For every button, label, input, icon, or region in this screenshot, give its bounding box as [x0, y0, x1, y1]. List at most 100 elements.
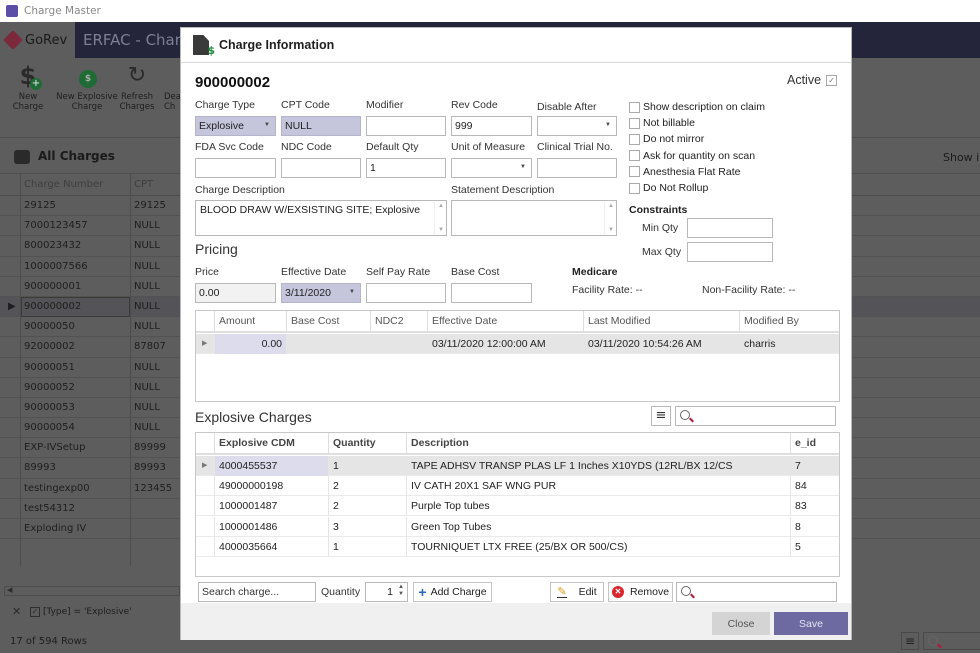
filter-expression[interactable]: [Type] = 'Explosive': [43, 607, 132, 617]
explosive-charge-row[interactable]: ▶ 4000455537 1 TAPE ADHSV TRANSP PLAS LF 1 …: [196, 456, 839, 476]
checkbox[interactable]: [629, 150, 640, 162]
column-header-last-modified[interactable]: Last Modified: [583, 311, 739, 333]
column-chooser-menu-icon[interactable]: ≡: [651, 406, 671, 426]
quantity-stepper[interactable]: 1 ▲ ▼: [365, 582, 408, 602]
checkbox[interactable]: [629, 117, 640, 129]
textarea-scrollbar[interactable]: ▲ ▼: [434, 202, 445, 234]
cell-cpt[interactable]: 29125: [134, 200, 166, 211]
checkbox[interactable]: [629, 182, 640, 194]
option-checkbox-item[interactable]: Do not mirror: [629, 131, 765, 147]
fda-svc-code-field[interactable]: [195, 158, 276, 178]
cell-e-id[interactable]: 8: [790, 516, 840, 537]
cell-charge-number[interactable]: 800023432: [24, 240, 81, 251]
cell-base-cost[interactable]: [286, 334, 370, 354]
cell-charge-number[interactable]: testingexp00: [24, 483, 90, 494]
column-header-cpt[interactable]: CPT: [134, 179, 153, 190]
save-button[interactable]: Save: [774, 612, 848, 635]
edit-button[interactable]: ✎ Edit: [550, 582, 604, 602]
cell-cpt[interactable]: NULL: [134, 240, 160, 251]
option-checkbox-item[interactable]: Anesthesia Flat Rate: [629, 164, 765, 180]
close-button[interactable]: Close: [712, 612, 770, 635]
cell-description[interactable]: Green Top Tubes: [406, 516, 790, 537]
explosive-charge-row[interactable]: 1000001486 3 Green Top Tubes 8: [196, 516, 840, 537]
cell-amount[interactable]: 0.00: [214, 334, 286, 354]
cpt-code-field[interactable]: NULL: [281, 116, 361, 136]
cell-explosive-cdm[interactable]: 4000455537: [214, 456, 328, 476]
column-header-quantity[interactable]: Quantity: [328, 433, 406, 455]
cell-quantity[interactable]: 1: [328, 536, 406, 557]
charge-type-select[interactable]: Explosive ▼: [195, 116, 276, 136]
filter-enabled-checkbox[interactable]: ✓: [30, 607, 40, 617]
cell-description[interactable]: IV CATH 20X1 SAF WNG PUR: [406, 476, 790, 497]
cell-cpt[interactable]: NULL: [134, 321, 160, 332]
cell-explosive-cdm[interactable]: 1000001487: [214, 496, 328, 517]
cell-description[interactable]: TAPE ADHSV TRANSP PLAS LF 1 Inches X10YD…: [406, 456, 790, 476]
cell-cpt[interactable]: NULL: [134, 281, 160, 292]
column-header-charge-number[interactable]: Charge Number: [24, 179, 103, 190]
option-checkbox-item[interactable]: Show description on claim: [629, 99, 765, 115]
base-cost-field[interactable]: [451, 283, 532, 303]
cell-description[interactable]: Purple Top tubes: [406, 496, 790, 517]
new-explosive-charge-button[interactable]: $ New Explosive Charge: [56, 62, 118, 112]
grid-search-input[interactable]: [923, 632, 980, 650]
column-header-amount[interactable]: Amount: [214, 311, 289, 333]
cell-last-modified[interactable]: 03/11/2020 10:54:26 AM: [583, 334, 739, 354]
horizontal-scrollbar[interactable]: ◀: [4, 586, 180, 596]
cell-quantity[interactable]: 3: [328, 516, 406, 537]
textarea-scrollbar[interactable]: ▲ ▼: [604, 202, 615, 234]
cell-modified-by[interactable]: charris: [739, 334, 839, 354]
remove-button[interactable]: ✕ Remove: [608, 582, 673, 602]
cell-charge-number[interactable]: test54312: [24, 503, 75, 514]
cell-cpt[interactable]: NULL: [134, 362, 160, 373]
statement-description-textarea[interactable]: ▲ ▼: [451, 200, 617, 236]
option-checkbox-item[interactable]: Not billable: [629, 115, 765, 131]
cell-explosive-cdm[interactable]: 4000035664: [214, 536, 328, 557]
cell-explosive-cdm[interactable]: 1000001486: [214, 516, 328, 537]
ndc-code-field[interactable]: [281, 158, 361, 178]
cell-cpt[interactable]: NULL: [134, 301, 160, 312]
clear-filter-icon[interactable]: ✕: [12, 605, 21, 618]
column-header-modified-by[interactable]: Modified By: [739, 311, 839, 333]
stepper-arrows-icon[interactable]: ▲ ▼: [398, 584, 404, 598]
cell-charge-number[interactable]: Exploding IV: [24, 523, 86, 534]
unit-of-measure-select[interactable]: ▼: [451, 158, 532, 178]
cell-charge-number[interactable]: 90000050: [24, 321, 75, 332]
rev-code-field[interactable]: 999: [451, 116, 532, 136]
new-charge-button[interactable]: $ + New Charge: [4, 62, 52, 112]
cell-charge-number[interactable]: 29125: [24, 200, 56, 211]
show-inactive-toggle[interactable]: Show i: [943, 151, 979, 164]
cell-cpt[interactable]: 87807: [134, 341, 166, 352]
explosive-charge-row[interactable]: 49000000198 2 IV CATH 20X1 SAF WNG PUR 84: [196, 476, 839, 497]
cell-e-id[interactable]: 7: [790, 456, 840, 476]
cell-cpt[interactable]: 89999: [134, 442, 166, 453]
checkbox[interactable]: [629, 101, 640, 113]
cell-cpt[interactable]: NULL: [134, 402, 160, 413]
max-qty-field[interactable]: [687, 242, 773, 262]
cell-charge-number[interactable]: 900000001: [24, 281, 81, 292]
explosive-search-input[interactable]: [675, 406, 836, 426]
cell-e-id[interactable]: 5: [790, 536, 840, 557]
active-checkbox[interactable]: ✓: [826, 74, 838, 86]
charge-description-textarea[interactable]: BLOOD DRAW W/EXSISTING SITE; Explosive ▲…: [195, 200, 447, 236]
cell-quantity[interactable]: 1: [328, 456, 406, 476]
checkbox[interactable]: [629, 166, 640, 178]
refresh-charges-button[interactable]: ↻ Refresh Charges: [118, 62, 156, 112]
cell-cpt[interactable]: 89993: [134, 462, 166, 473]
search-charge-input[interactable]: Search charge...: [198, 582, 316, 602]
self-pay-rate-field[interactable]: [366, 283, 446, 303]
cell-charge-number[interactable]: 90000054: [24, 422, 75, 433]
explosive-charge-row[interactable]: 4000035664 1 TOURNIQUET LTX FREE (25/BX OR…: [196, 536, 840, 557]
clinical-trial-field[interactable]: [537, 158, 617, 178]
grid-menu-icon[interactable]: ≡: [901, 632, 919, 650]
cell-charge-number[interactable]: 900000002: [24, 301, 81, 312]
effective-date-picker[interactable]: 3/11/2020 ▼: [281, 283, 361, 303]
column-header-ndc2[interactable]: NDC2: [370, 311, 427, 333]
option-checkbox-item[interactable]: Ask for quantity on scan: [629, 148, 765, 164]
cell-charge-number[interactable]: 90000051: [24, 362, 75, 373]
column-header-base-cost[interactable]: Base Cost: [286, 311, 371, 333]
cell-charge-number[interactable]: 92000002: [24, 341, 75, 352]
cell-cpt[interactable]: NULL: [134, 220, 160, 231]
column-header-explosive-cdm[interactable]: Explosive CDM: [214, 433, 328, 455]
min-qty-field[interactable]: [687, 218, 773, 238]
modifier-field[interactable]: [366, 116, 446, 136]
